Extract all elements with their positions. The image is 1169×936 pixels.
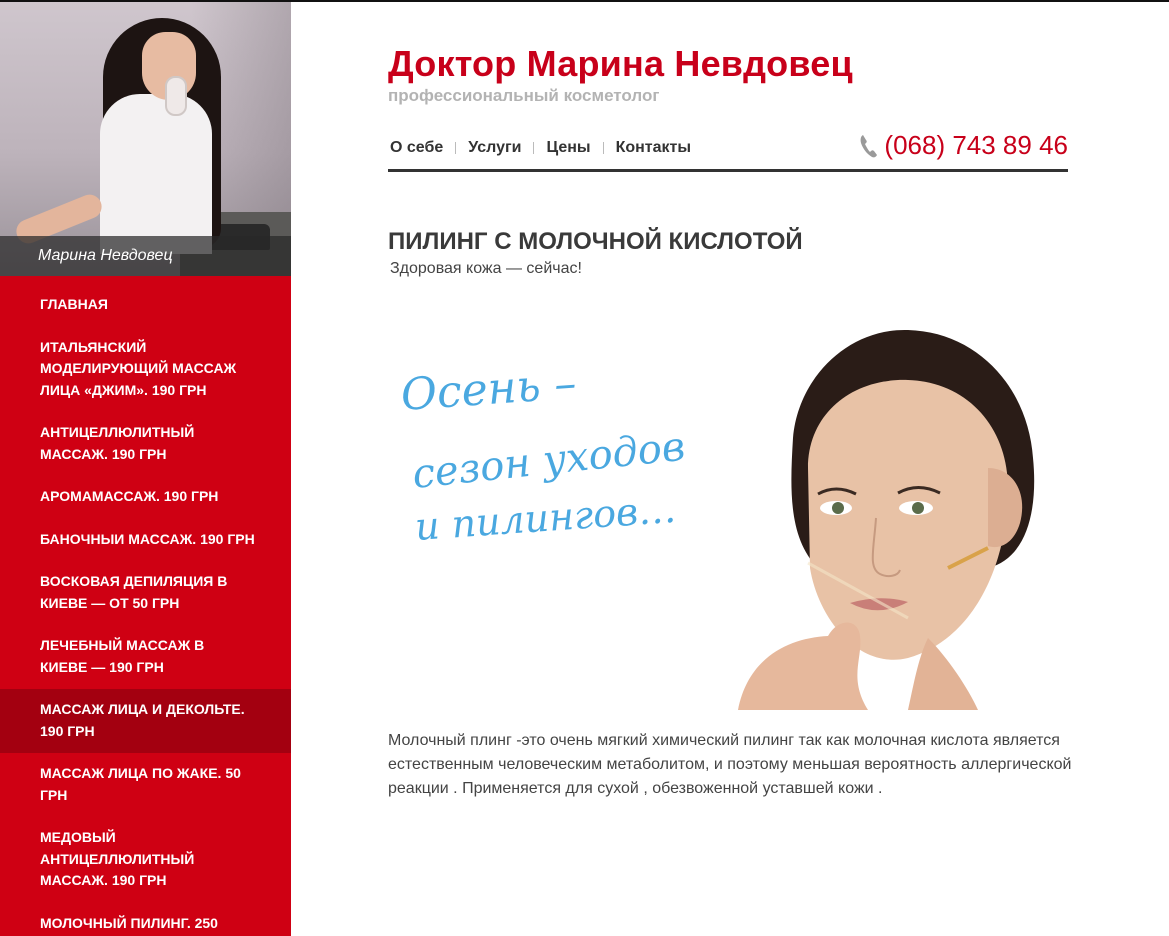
sidebar-item[interactable]: Главная	[0, 276, 291, 327]
hero-script-line-1: Осень –	[399, 358, 578, 421]
sidebar-item[interactable]: Массаж лица и декольте. 190 грн	[0, 689, 291, 753]
sidebar-menu: Главная Итальянский моделирующий массаж л…	[0, 276, 291, 936]
nav-item-contacts[interactable]: Контакты	[604, 136, 703, 160]
hero-script-line-3: и пилингов…	[414, 487, 678, 549]
sidebar-item[interactable]: Молочный пилинг. 250	[0, 903, 291, 936]
sidebar-item[interactable]: Итальянский моделирующий массаж лица «Дж…	[0, 327, 291, 413]
phone-icon	[861, 134, 878, 157]
sidebar-item[interactable]: Восковая депиляция в Киеве — от 50 грн	[0, 561, 291, 625]
model-face-illustration	[738, 329, 1035, 710]
sidebar: Марина Невдовец Главная Итальянский модел…	[0, 2, 291, 936]
hero-script-line-2: сезон уходов	[410, 424, 687, 498]
sidebar-item[interactable]: Аромамассаж. 190 грн	[0, 476, 291, 519]
doctor-photo: Марина Невдовец	[0, 2, 291, 276]
hero-banner: Осень – сезон уходов и пилингов…	[388, 318, 1068, 710]
phone-number[interactable]: (068) 743 89 46	[884, 130, 1068, 161]
sidebar-item[interactable]: Лечебный массаж в Киеве — 190 грн	[0, 625, 291, 689]
article-body: Молочный плинг -это очень мягкий химичес…	[388, 732, 1072, 797]
photo-caption: Марина Невдовец	[0, 236, 291, 276]
sidebar-item[interactable]: Антицеллюлитный массаж. 190 грн	[0, 412, 291, 476]
nav-item-services[interactable]: Услуги	[456, 136, 533, 160]
nav-item-about[interactable]: О себе	[388, 136, 455, 160]
phone-contact[interactable]: (068) 743 89 46	[858, 130, 1068, 161]
page-title: ПИЛИНГ С МОЛОЧНОЙ КИСЛОТОЙ	[388, 228, 803, 255]
header-divider	[388, 169, 1068, 172]
sidebar-item[interactable]: Баночныи массаж. 190 грн	[0, 519, 291, 562]
site-subtitle: профессиональный косметолог	[388, 86, 660, 105]
sidebar-item[interactable]: Медовый антицеллюлитный массаж. 190 грн	[0, 817, 291, 903]
page-subtitle: Здоровая кожа — сейчас!	[390, 260, 582, 277]
nav-item-prices[interactable]: Цены	[534, 136, 602, 160]
site-title[interactable]: Доктор Марина Невдовец	[388, 43, 853, 85]
top-nav: О себе Услуги Цены Контакты	[388, 136, 703, 160]
sidebar-item[interactable]: Массаж лица по Жаке. 50 грн	[0, 753, 291, 817]
